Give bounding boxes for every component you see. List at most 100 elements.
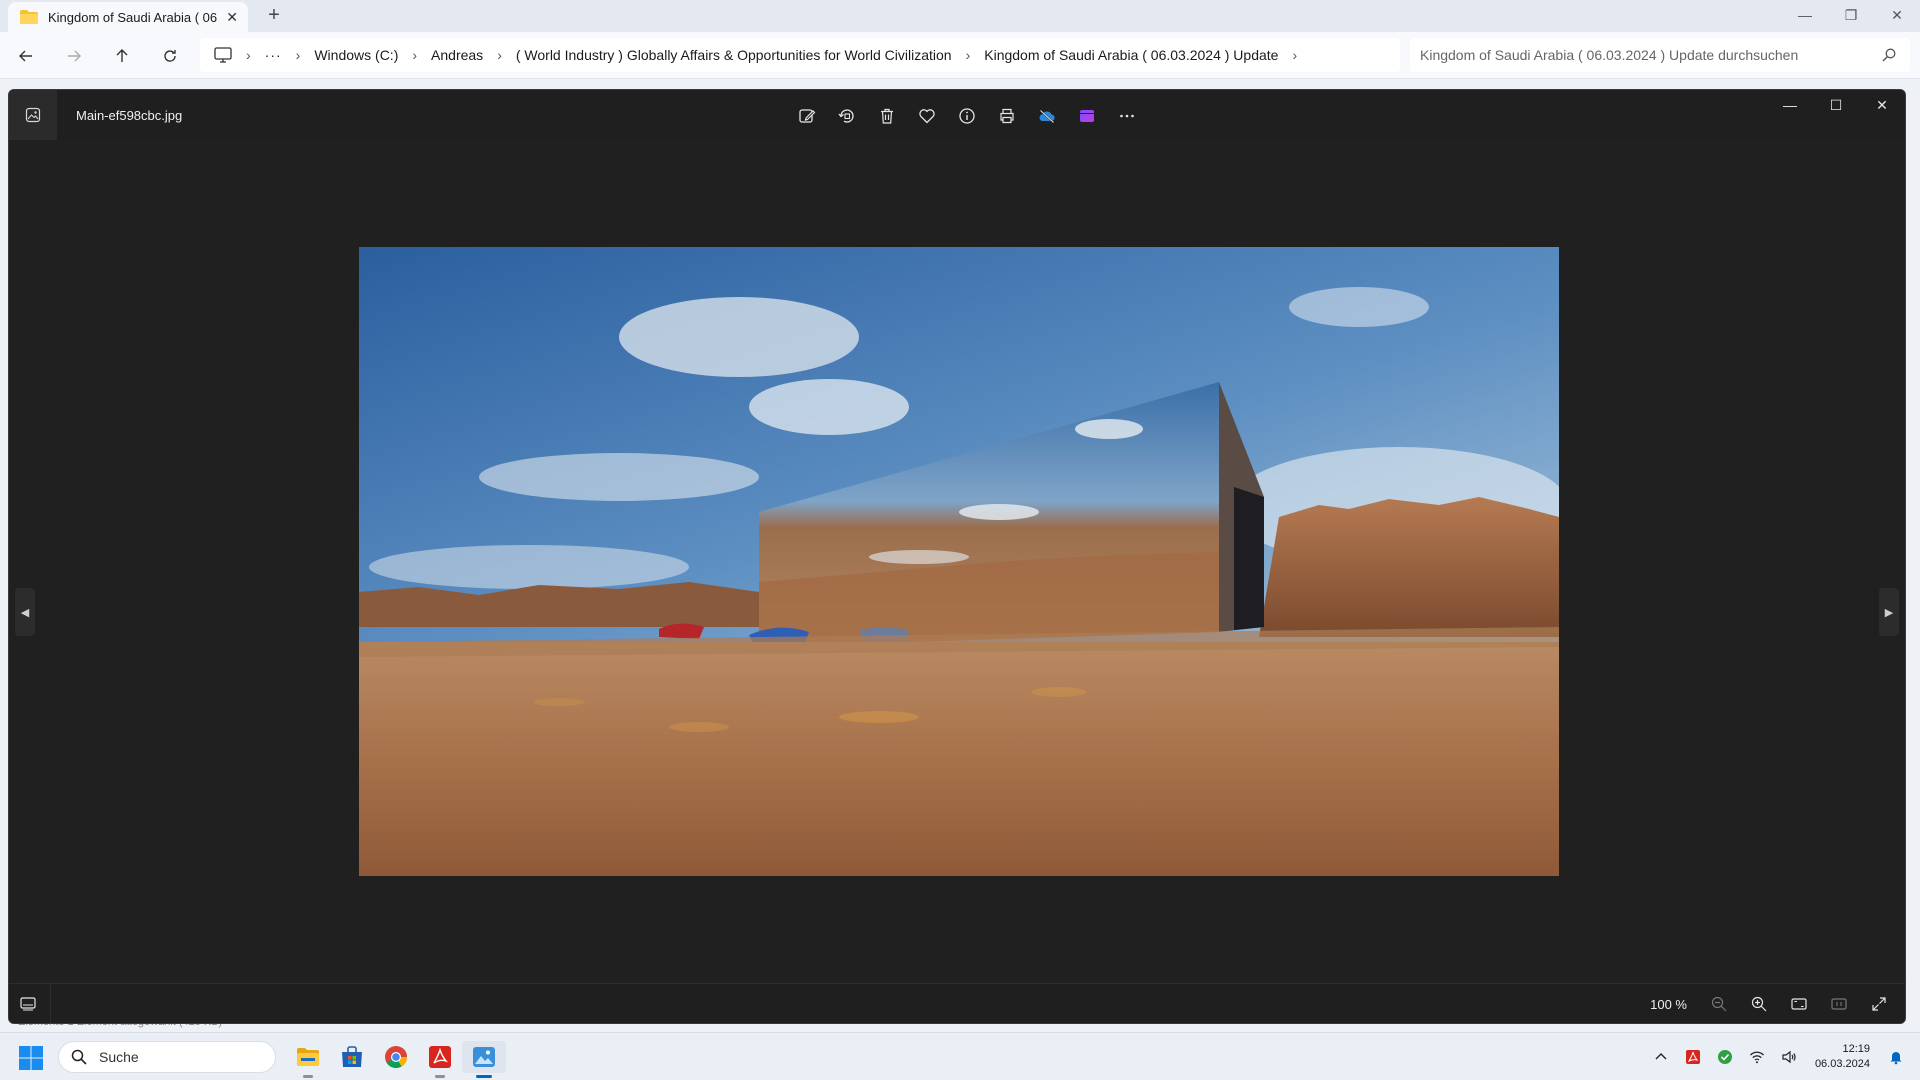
- filmstrip-button[interactable]: [17, 994, 39, 1014]
- rotate-button[interactable]: [827, 103, 867, 129]
- explorer-window-controls: — ❐ ✕: [1782, 0, 1920, 32]
- acrobat-small-icon: [1685, 1050, 1700, 1064]
- more-icon: [1120, 114, 1134, 118]
- restore-icon[interactable]: ❐: [1828, 0, 1874, 30]
- volume-tray-icon[interactable]: [1773, 1041, 1805, 1073]
- chevron-right-icon[interactable]: ›: [246, 47, 251, 63]
- filmstrip-icon: [20, 997, 36, 1011]
- desert-mirror-building-photo: [359, 247, 1559, 876]
- info-button[interactable]: [947, 103, 987, 129]
- chrome-icon: [385, 1046, 407, 1068]
- running-indicator: [303, 1075, 313, 1078]
- clipchamp-button[interactable]: [1067, 103, 1107, 129]
- chevron-right-icon[interactable]: ›: [1292, 47, 1297, 63]
- new-tab-button[interactable]: +: [262, 5, 286, 27]
- security-tray-icon[interactable]: [1709, 1041, 1741, 1073]
- breadcrumb-andreas[interactable]: Andreas: [431, 47, 483, 63]
- wifi-icon: [1749, 1051, 1764, 1064]
- chevron-right-icon[interactable]: ›: [412, 47, 417, 63]
- edit-image-button[interactable]: [787, 103, 827, 129]
- taskbar-search-box[interactable]: Suche: [58, 1041, 276, 1073]
- search-icon: [1882, 48, 1896, 62]
- refresh-icon: [164, 50, 176, 62]
- acrobat-tray-icon[interactable]: [1677, 1041, 1709, 1073]
- favorite-icon: [919, 109, 935, 124]
- bell-icon: [1890, 1052, 1902, 1065]
- acrobat-icon: [429, 1046, 451, 1068]
- breadcrumb-world-industry[interactable]: ( World Industry ) Globally Affairs & Op…: [516, 47, 952, 63]
- breadcrumb-saudi-arabia[interactable]: Kingdom of Saudi Arabia ( 06.03.2024 ) U…: [984, 47, 1278, 63]
- actual-size-button[interactable]: [1819, 992, 1859, 1016]
- viewer-minimize-icon[interactable]: —: [1767, 90, 1813, 120]
- chrome-taskbar-button[interactable]: [374, 1041, 418, 1073]
- onedrive-button[interactable]: [1027, 103, 1067, 129]
- active-app-indicator: [476, 1075, 492, 1078]
- photos-taskbar-button[interactable]: [462, 1041, 506, 1078]
- taskbar-clock[interactable]: 12:19 06.03.2024: [1815, 1042, 1870, 1072]
- arrow-left-icon: [19, 50, 32, 62]
- file-explorer-taskbar-button[interactable]: [286, 1041, 330, 1078]
- photos-icon: [473, 1047, 495, 1067]
- notifications-button[interactable]: [1880, 1041, 1912, 1073]
- forward-button[interactable]: [60, 44, 88, 68]
- zoom-level[interactable]: 100 %: [1650, 997, 1687, 1012]
- zoom-out-icon: [1711, 996, 1727, 1012]
- delete-button[interactable]: [867, 103, 907, 129]
- microsoft-store-taskbar-button[interactable]: [330, 1041, 374, 1073]
- chevron-up-icon: [1655, 1053, 1667, 1060]
- acrobat-taskbar-button[interactable]: [418, 1041, 462, 1078]
- shield-check-icon: [1717, 1050, 1732, 1064]
- rotate-icon: [838, 109, 854, 123]
- viewer-toolbar: [787, 103, 1147, 129]
- photo-image: [359, 247, 1559, 876]
- search-icon: [71, 1049, 87, 1065]
- chevron-right-icon[interactable]: ›: [296, 47, 301, 63]
- taskbar: Suche 12:19 06.03.2024: [0, 1032, 1920, 1080]
- folder-search-input[interactable]: Kingdom of Saudi Arabia ( 06.03.2024 ) U…: [1410, 38, 1910, 72]
- clipchamp-icon: [1080, 110, 1094, 122]
- next-image-button[interactable]: ▶: [1879, 588, 1899, 636]
- previous-image-button[interactable]: ◀: [15, 588, 35, 636]
- search-placeholder: Kingdom of Saudi Arabia ( 06.03.2024 ) U…: [1420, 47, 1799, 63]
- system-tray: 12:19 06.03.2024: [1645, 1033, 1920, 1080]
- explorer-tab-strip: Kingdom of Saudi Arabia ( 06.03.2024 ) U…: [0, 0, 1920, 32]
- clock-time: 12:19: [1842, 1043, 1870, 1055]
- explorer-tab[interactable]: Kingdom of Saudi Arabia ( 06.03.2024 ) U…: [8, 2, 248, 32]
- breadcrumb-overflow[interactable]: ···: [265, 47, 282, 63]
- close-tab-icon[interactable]: ✕: [226, 9, 238, 26]
- minimize-icon[interactable]: —: [1782, 0, 1828, 30]
- zoom-controls: 100 %: [1650, 992, 1899, 1016]
- chevron-right-icon[interactable]: ›: [497, 47, 502, 63]
- breadcrumb-windows-c[interactable]: Windows (C:): [314, 47, 398, 63]
- zoom-in-button[interactable]: [1739, 992, 1779, 1016]
- favorite-button[interactable]: [907, 103, 947, 129]
- clock-date: 06.03.2024: [1814, 1058, 1870, 1070]
- back-button[interactable]: [12, 44, 40, 68]
- print-icon: [1000, 108, 1014, 124]
- taskbar-pinned-apps: [286, 1041, 506, 1078]
- windows-start-icon[interactable]: [18, 1045, 44, 1071]
- viewer-maximize-icon[interactable]: ☐: [1813, 90, 1859, 120]
- this-pc-icon: [214, 47, 232, 63]
- show-hidden-icons-button[interactable]: [1645, 1041, 1677, 1073]
- more-options-button[interactable]: [1107, 103, 1147, 129]
- photos-viewer-window: Main-ef598cbc.jpg — ☐ ✕ ◀ ▶ 100 %: [8, 89, 1906, 1024]
- wifi-tray-icon[interactable]: [1741, 1041, 1773, 1073]
- photos-app-icon[interactable]: [9, 90, 57, 140]
- close-window-icon[interactable]: ✕: [1874, 0, 1920, 30]
- file-explorer-icon: [297, 1048, 319, 1066]
- full-screen-button[interactable]: [1859, 992, 1899, 1016]
- viewer-close-icon[interactable]: ✕: [1859, 90, 1905, 120]
- refresh-button[interactable]: [156, 44, 184, 68]
- print-button[interactable]: [987, 103, 1027, 129]
- viewer-filename: Main-ef598cbc.jpg: [76, 108, 183, 123]
- chevron-right-icon[interactable]: ›: [966, 47, 971, 63]
- edit-image-icon: [799, 109, 816, 123]
- arrow-up-icon: [116, 49, 128, 62]
- up-button[interactable]: [108, 44, 136, 68]
- zoom-out-button[interactable]: [1699, 992, 1739, 1016]
- image-canvas[interactable]: ◀ ▶: [9, 140, 1905, 985]
- viewer-window-controls: — ☐ ✕: [1767, 90, 1905, 120]
- address-bar[interactable]: › ··· › Windows (C:) › Andreas › ( World…: [200, 38, 1400, 72]
- fit-to-window-button[interactable]: [1779, 992, 1819, 1016]
